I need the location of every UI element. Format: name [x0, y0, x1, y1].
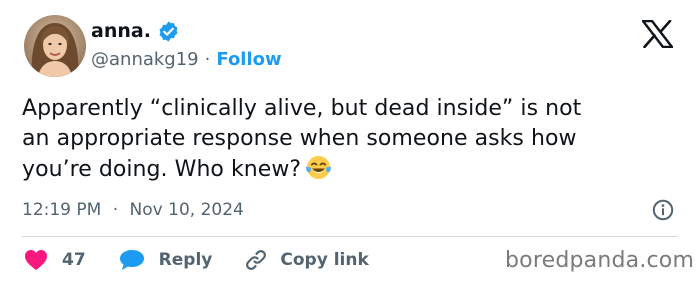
info-icon[interactable] — [652, 199, 674, 221]
link-icon — [246, 250, 267, 270]
tweet-timestamp[interactable]: 12:19 PM · Nov 10, 2024 — [22, 198, 244, 222]
tweet-line-1: Apparently “clinically alive, but dead i… — [22, 96, 582, 121]
tweet-line-3-text: you’re doing. Who knew? — [22, 157, 302, 182]
handle-separator: · — [204, 49, 211, 70]
reply-bubble-icon — [119, 250, 144, 270]
avatar[interactable] — [24, 15, 86, 77]
author-display-name[interactable]: anna. — [91, 19, 151, 43]
heart-icon — [25, 250, 47, 270]
tweet-date: Nov 10, 2024 — [129, 200, 244, 220]
like-count: 47 — [62, 250, 86, 270]
tears-of-joy-emoji-icon — [305, 154, 332, 181]
copy-link-label: Copy link — [280, 250, 369, 270]
copy-link-button[interactable]: Copy link — [244, 248, 369, 272]
reply-label: Reply — [158, 250, 213, 270]
author-name[interactable]: anna. — [91, 19, 180, 43]
author-handle-line: @annakg19 · Follow — [91, 48, 282, 72]
tweet-line-2: an appropriate response when someone ask… — [22, 126, 577, 151]
watermark: boredpanda.com — [505, 248, 695, 273]
follow-button[interactable]: Follow — [216, 48, 281, 72]
tweet-time: 12:19 PM — [22, 200, 102, 220]
divider — [22, 236, 678, 237]
action-bar: 47 Reply Copy link — [24, 247, 369, 273]
verified-badge-icon — [157, 20, 180, 43]
tweet-text: Apparently “clinically alive, but dead i… — [22, 94, 682, 185]
like-button[interactable]: 47 — [24, 249, 86, 271]
x-logo-icon[interactable] — [641, 19, 674, 49]
author-handle[interactable]: @annakg19 — [91, 48, 199, 72]
timestamp-separator: · — [112, 200, 119, 220]
tweet-line-3: you’re doing. Who knew? — [22, 154, 682, 185]
reply-button[interactable]: Reply — [119, 249, 213, 271]
